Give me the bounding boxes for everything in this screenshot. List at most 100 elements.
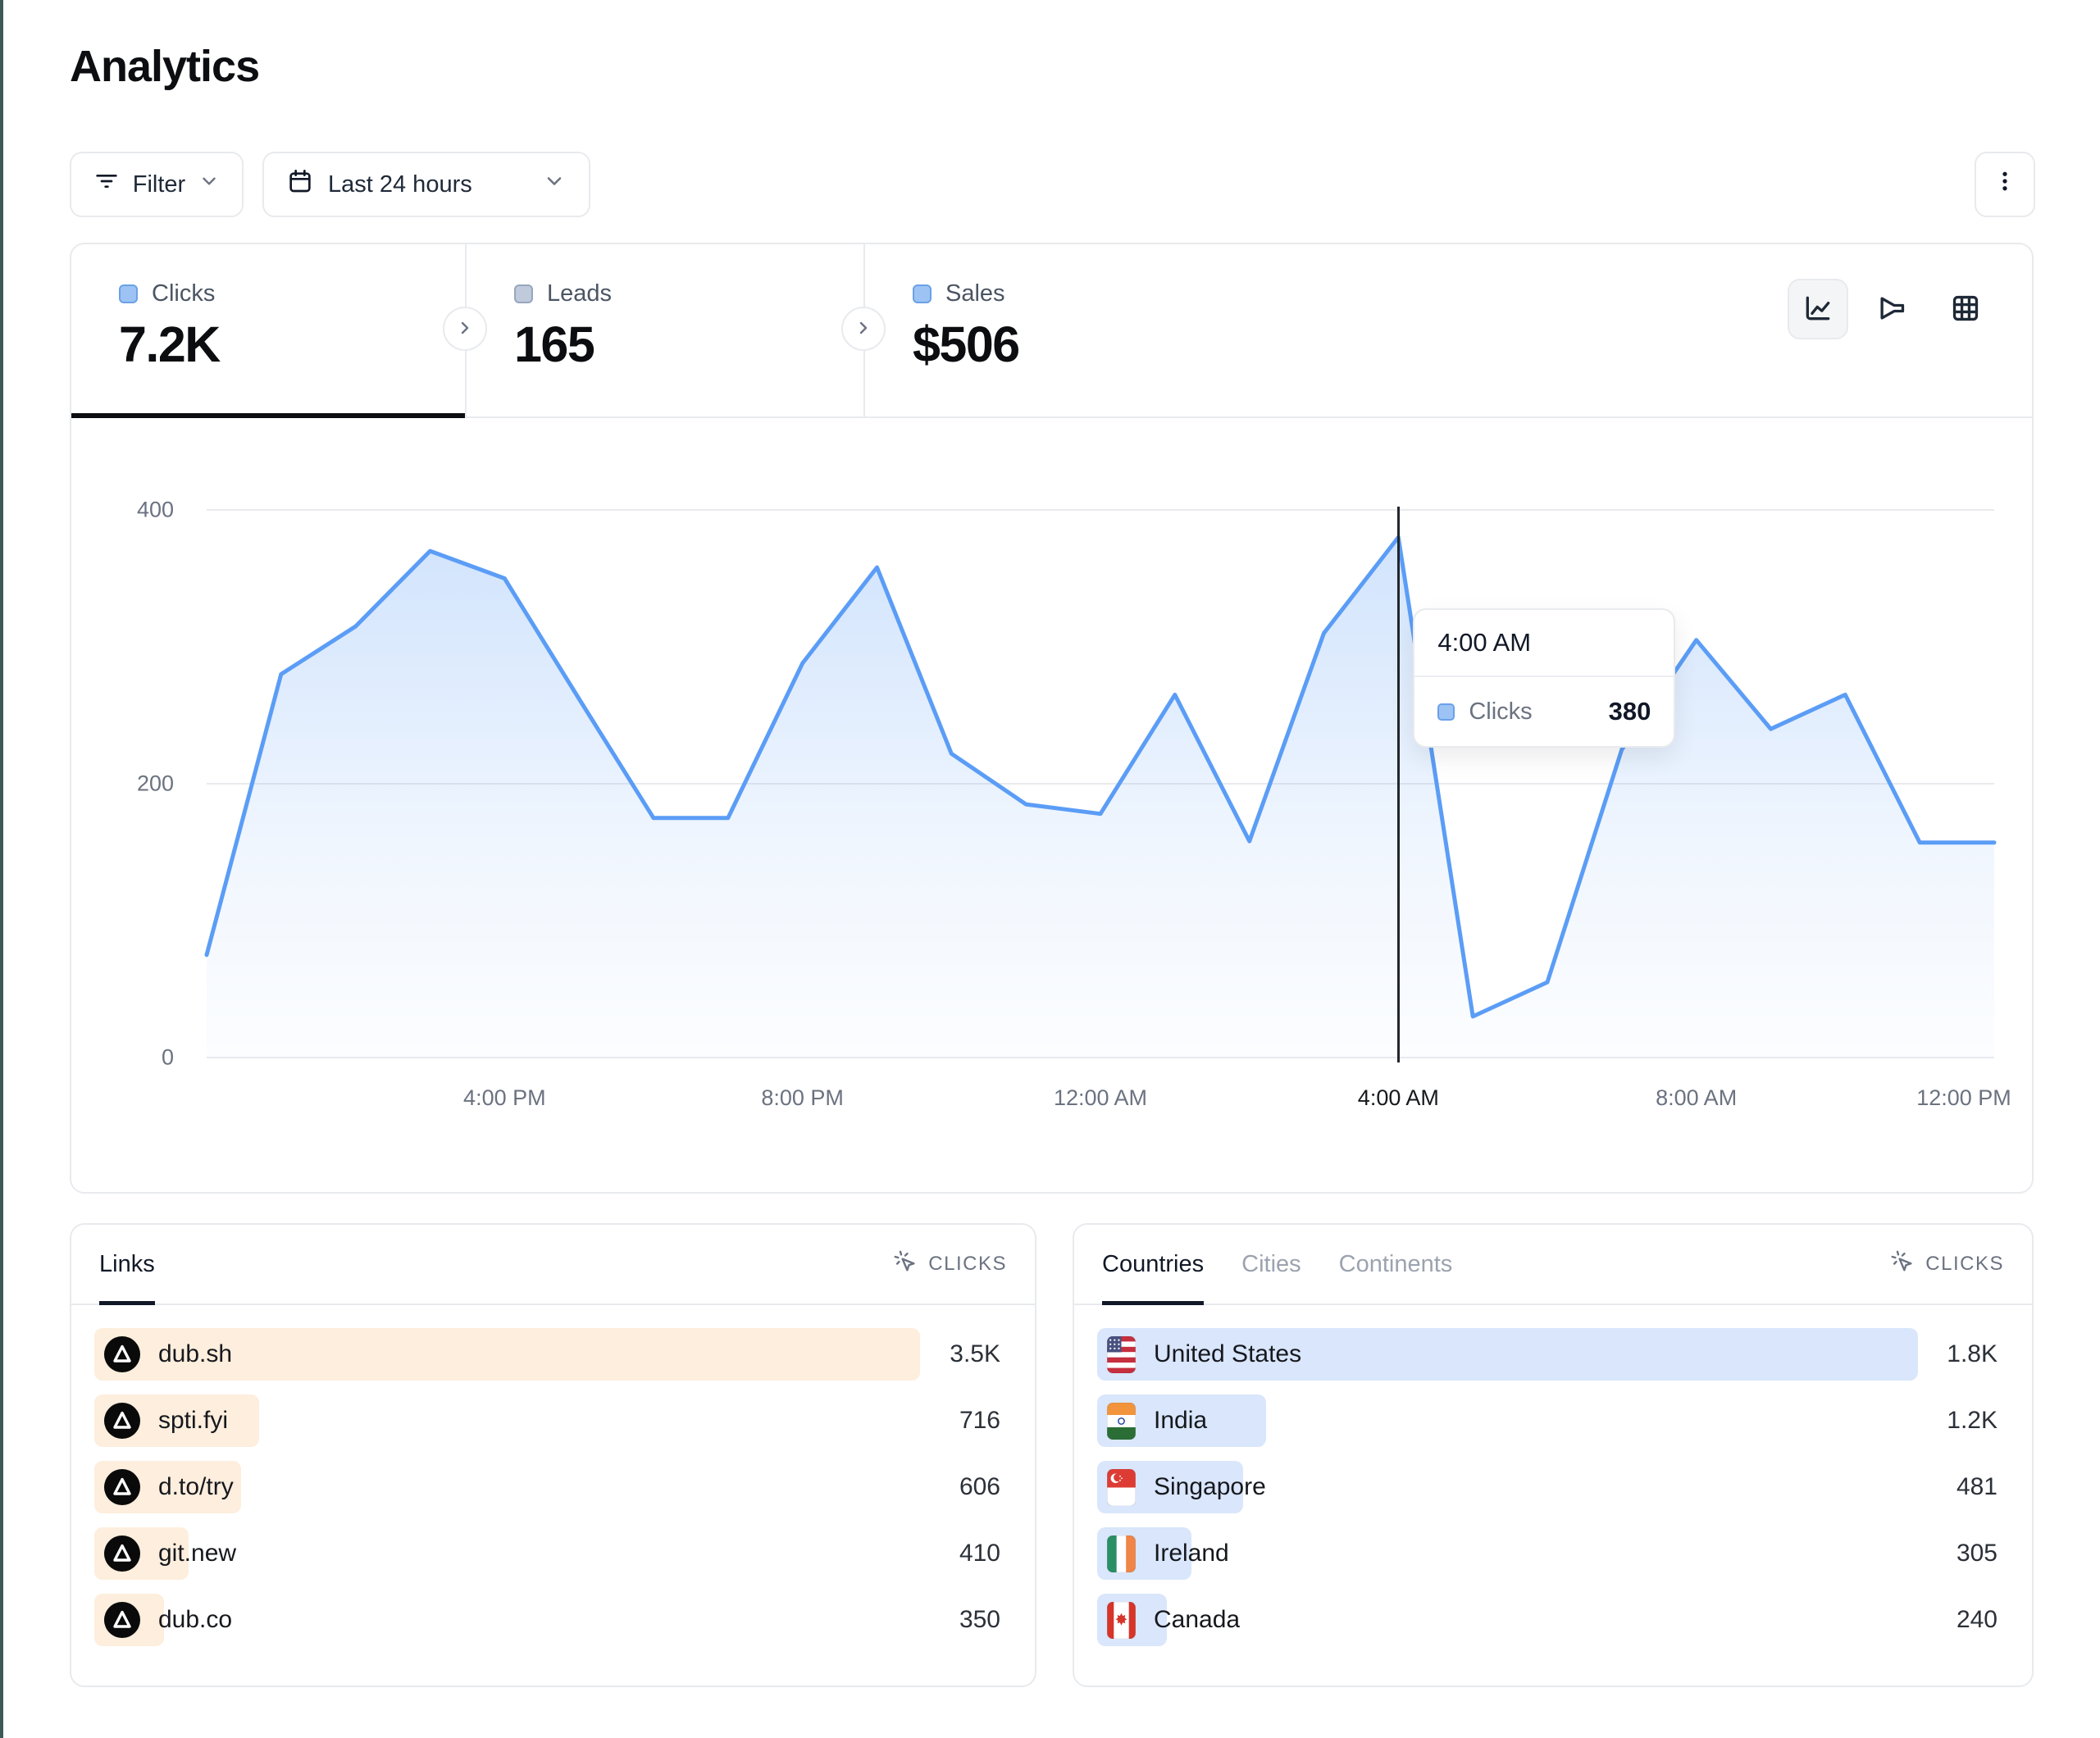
clicks-chart[interactable]: 0200400 4:00 PM8:00 PM12:00 AM4:00 AM8:0… <box>71 416 2032 1194</box>
link-label: dub.sh <box>158 1340 232 1368</box>
country-row[interactable]: Ireland 305 <box>1097 1527 2009 1580</box>
flag-icon-in <box>1107 1403 1136 1440</box>
country-label: Canada <box>1154 1606 1240 1634</box>
links-metric-selector[interactable]: CLICKS <box>893 1249 1007 1280</box>
dub-logo-icon <box>104 1536 140 1572</box>
filter-lines-icon <box>93 168 120 201</box>
stat-tab-clicks[interactable]: Clicks 7.2K <box>71 244 465 416</box>
stat-label: Clicks <box>152 280 215 307</box>
tooltip-time: 4:00 AM <box>1414 610 1674 677</box>
cursor-click-icon <box>893 1249 918 1280</box>
chart-plot-area: 0200400 4:00 PM8:00 PM12:00 AM4:00 AM8:0… <box>207 510 1994 1058</box>
chevron-down-icon <box>543 170 566 199</box>
link-row[interactable]: git.new 410 <box>94 1527 1012 1580</box>
table-view-toggle[interactable] <box>1935 279 1996 339</box>
x-tick-label: 12:00 AM <box>1054 1085 1147 1111</box>
date-range-label: Last 24 hours <box>328 171 472 198</box>
country-clicks-value: 1.2K <box>1947 1407 2009 1435</box>
y-tick-label: 0 <box>96 1045 174 1071</box>
stat-tab-leads[interactable]: Leads 165 <box>467 244 863 416</box>
stat-label: Leads <box>547 280 612 307</box>
country-row[interactable]: India 1.2K <box>1097 1394 2009 1447</box>
analytics-card: Clicks 7.2K Leads 165 <box>70 243 2034 1194</box>
link-row[interactable]: d.to/try 606 <box>94 1461 1012 1513</box>
left-edge-accent <box>0 0 3 1738</box>
links-list: dub.sh 3.5K spti.fyi 716 d.to/try 606 git.new 4… <box>71 1305 1035 1646</box>
chart-view-toggles <box>1788 279 1996 339</box>
more-menu-button[interactable] <box>1975 152 2035 217</box>
link-clicks-value: 3.5K <box>950 1340 1012 1368</box>
country-row[interactable]: United States 1.8K <box>1097 1328 2009 1381</box>
countries-metric-selector[interactable]: CLICKS <box>1890 1249 2004 1280</box>
link-row[interactable]: dub.sh 3.5K <box>94 1328 1012 1381</box>
x-tick-label: 12:00 PM <box>1916 1085 2011 1111</box>
link-label: dub.co <box>158 1606 232 1634</box>
funnel-chart-toggle[interactable] <box>1861 279 1922 339</box>
date-range-button[interactable]: Last 24 hours <box>262 152 590 217</box>
page-title: Analytics <box>70 41 259 92</box>
sales-legend-swatch <box>913 284 932 303</box>
tab-continents[interactable]: Continents <box>1339 1225 1453 1304</box>
clicks-legend-swatch <box>119 284 138 303</box>
country-label: United States <box>1154 1340 1301 1368</box>
link-clicks-value: 350 <box>959 1606 1012 1634</box>
stat-value: 7.2K <box>119 316 465 373</box>
funnel-chart-icon <box>1876 293 1907 326</box>
flag-icon-sg <box>1107 1469 1136 1506</box>
countries-list: United States 1.8K India 1.2K Singapore 481 Ir… <box>1074 1305 2032 1646</box>
x-tick-label: 8:00 AM <box>1656 1085 1737 1111</box>
filter-button-label: Filter <box>133 171 185 198</box>
clicks-area-chart <box>207 510 1994 1058</box>
country-clicks-value: 1.8K <box>1947 1340 2009 1368</box>
leads-legend-swatch <box>514 284 533 303</box>
link-clicks-value: 606 <box>959 1473 1012 1501</box>
country-clicks-value: 240 <box>1957 1606 2009 1634</box>
link-clicks-value: 410 <box>959 1540 1012 1567</box>
country-clicks-value: 305 <box>1957 1540 2009 1567</box>
tab-cities[interactable]: Cities <box>1241 1225 1301 1304</box>
tooltip-series-name: Clicks <box>1469 698 1532 726</box>
chevron-down-icon <box>198 171 220 198</box>
y-tick-label: 200 <box>96 771 174 797</box>
link-clicks-value: 716 <box>959 1407 1012 1435</box>
link-label: git.new <box>158 1540 236 1567</box>
cursor-click-icon <box>1890 1249 1915 1280</box>
tab-links[interactable]: Links <box>99 1225 155 1304</box>
tooltip-series-swatch <box>1437 703 1455 721</box>
dub-logo-icon <box>104 1336 140 1372</box>
flag-icon-us <box>1107 1336 1136 1373</box>
country-clicks-value: 481 <box>1957 1473 2009 1501</box>
tab-countries[interactable]: Countries <box>1102 1225 1204 1304</box>
link-row[interactable]: spti.fyi 716 <box>94 1394 1012 1447</box>
dub-logo-icon <box>104 1469 140 1505</box>
table-grid-icon <box>1950 293 1981 326</box>
calendar-icon <box>287 168 313 201</box>
dub-logo-icon <box>104 1602 140 1638</box>
link-row[interactable]: dub.co 350 <box>94 1594 1012 1646</box>
x-tick-label: 8:00 PM <box>761 1085 844 1111</box>
filter-button[interactable]: Filter <box>70 152 244 217</box>
metric-label: CLICKS <box>928 1253 1007 1276</box>
kebab-menu-icon <box>1993 169 2017 200</box>
country-label: Singapore <box>1154 1473 1266 1501</box>
tooltip-value: 380 <box>1609 697 1651 726</box>
line-chart-toggle[interactable] <box>1788 279 1848 339</box>
links-panel: Links CLICKS dub.sh 3.5K spti.fyi 716 d.to/t… <box>70 1223 1036 1687</box>
stat-value: 165 <box>514 316 863 373</box>
flag-icon-ca <box>1107 1602 1136 1639</box>
link-label: d.to/try <box>158 1473 234 1501</box>
line-chart-icon <box>1802 293 1834 326</box>
stat-label: Sales <box>945 280 1005 307</box>
flag-icon-ie <box>1107 1536 1136 1572</box>
analytics-page: Analytics Filter Last 24 hours Cl <box>0 0 2100 1738</box>
metric-label: CLICKS <box>1925 1253 2004 1276</box>
country-label: Ireland <box>1154 1540 1229 1567</box>
x-tick-label: 4:00 PM <box>463 1085 546 1111</box>
link-label: spti.fyi <box>158 1407 228 1435</box>
hover-crosshair-line <box>1397 507 1400 1062</box>
countries-panel: Countries Cities Continents CLICKS Unite… <box>1073 1223 2034 1687</box>
country-label: India <box>1154 1407 1207 1435</box>
chart-tooltip: 4:00 AM Clicks 380 <box>1413 608 1675 748</box>
country-row[interactable]: Canada 240 <box>1097 1594 2009 1646</box>
country-row[interactable]: Singapore 481 <box>1097 1461 2009 1513</box>
